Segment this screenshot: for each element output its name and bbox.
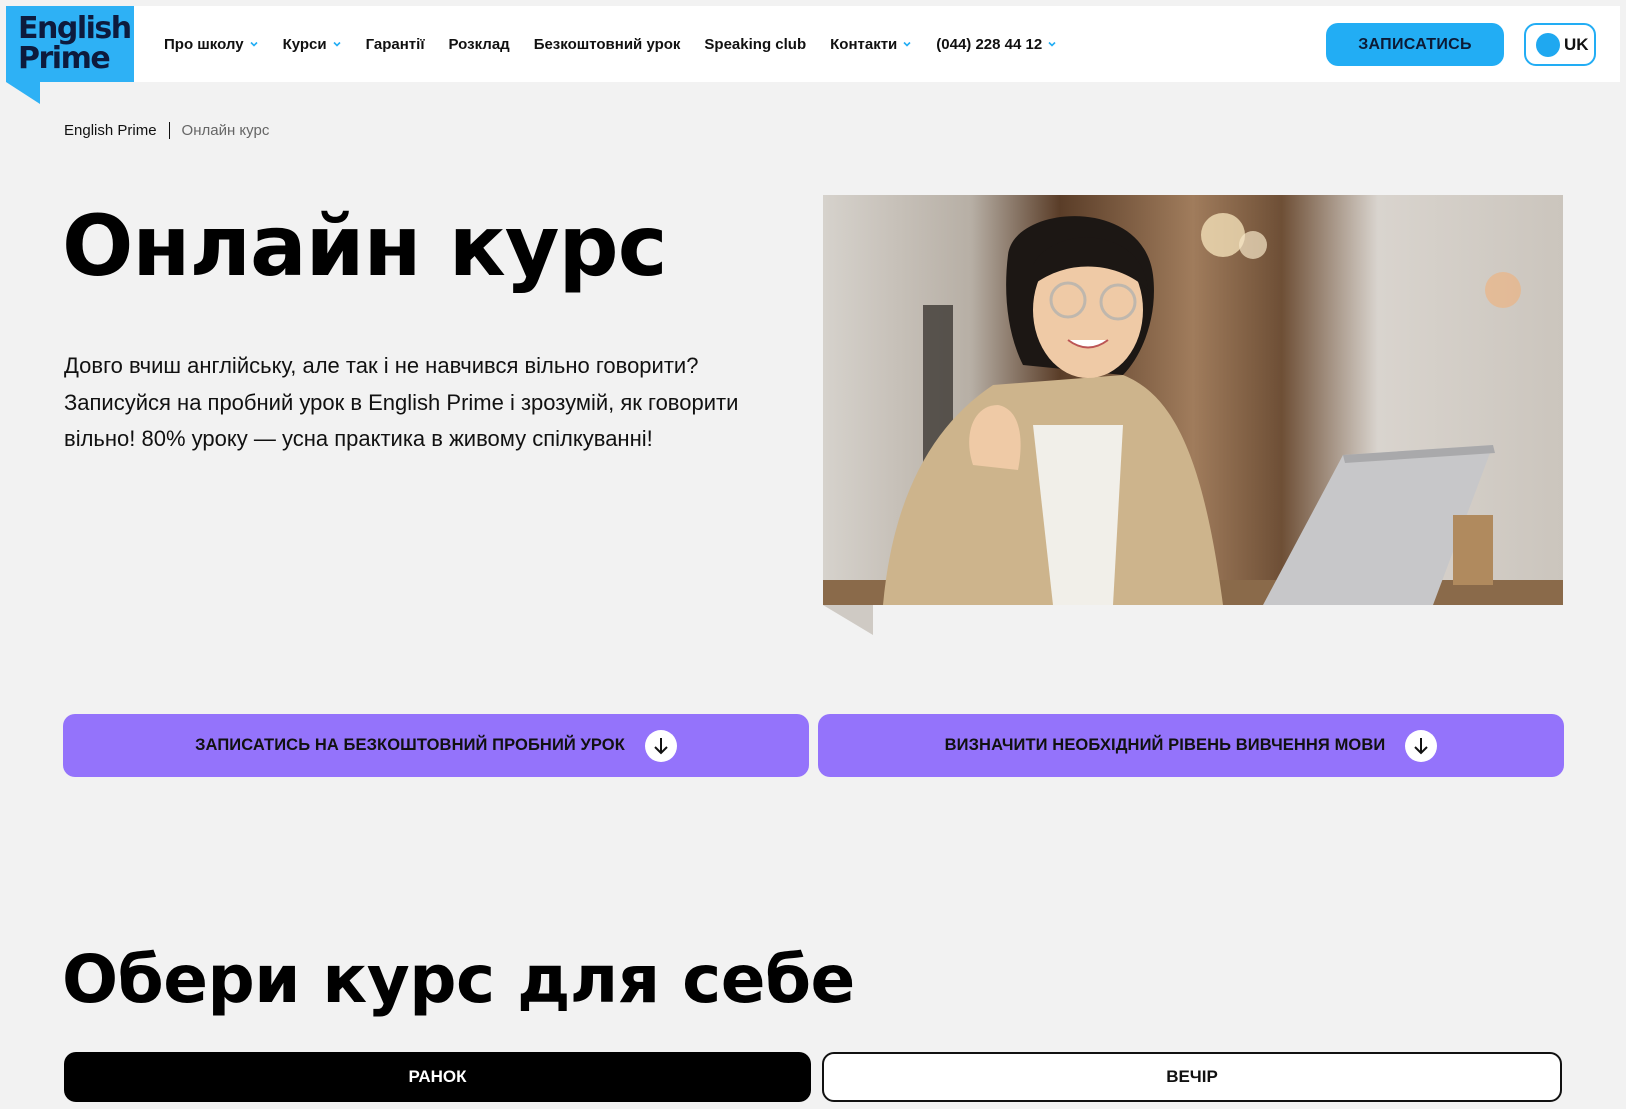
nav-item-label: Гарантії — [365, 35, 425, 53]
free-trial-lesson-label: ЗАПИСАТИСЬ НА БЕЗКОШТОВНИЙ ПРОБНИЙ УРОК — [195, 736, 625, 754]
determine-level-label: ВИЗНАЧИТИ НЕОБХІДНИЙ РІВЕНЬ ВИВЧЕННЯ МОВ… — [944, 736, 1386, 754]
determine-level-button[interactable]: ВИЗНАЧИТИ НЕОБХІДНИЙ РІВЕНЬ ВИВЧЕННЯ МОВ… — [818, 714, 1564, 777]
breadcrumb-current: Онлайн курс — [181, 122, 270, 139]
nav-item-label: Розклад — [448, 35, 510, 53]
nav-item-contacts[interactable]: Контакти — [830, 36, 912, 53]
language-toggle-icon — [1536, 32, 1560, 57]
nav-item-label: Контакти — [830, 35, 898, 53]
language-label: UK — [1564, 34, 1589, 54]
signup-button[interactable]: ЗАПИСАТИСЬ — [1326, 23, 1504, 66]
page-title: Онлайн курс — [62, 197, 667, 295]
chevron-down-icon — [249, 39, 259, 49]
nav-item-courses[interactable]: Курси — [283, 36, 342, 53]
nav-item-label: Безкоштовний урок — [533, 35, 681, 53]
logo-line-1: English — [18, 11, 132, 46]
nav-item-speaking-club[interactable]: Speaking club — [704, 36, 806, 53]
nav-item-label: Про школу — [164, 35, 244, 53]
hero-image-tail-decoration — [823, 605, 873, 635]
logo-tail-decoration — [6, 82, 40, 104]
logo-line-2: Prime — [18, 41, 111, 76]
language-switcher[interactable]: UK — [1524, 23, 1596, 66]
hero-description: Довго вчиш англійську, але так і не навч… — [64, 353, 739, 451]
nav-item-guarantees[interactable]: Гарантії — [366, 36, 425, 53]
site-header: English Prime Про школу Курси Гарантії Р… — [6, 6, 1620, 104]
hero-image — [823, 195, 1563, 605]
section-title: Обери курс для себе — [62, 941, 855, 1018]
arrow-down-icon — [644, 729, 677, 762]
free-trial-lesson-button[interactable]: ЗАПИСАТИСЬ НА БЕЗКОШТОВНИЙ ПРОБНИЙ УРОК — [63, 714, 809, 777]
tab-morning[interactable]: РАНОК — [64, 1052, 811, 1102]
nav-item-schedule[interactable]: Розклад — [449, 36, 510, 53]
chevron-down-icon — [332, 39, 342, 49]
breadcrumb: English Prime Онлайн курс — [64, 122, 269, 139]
phone-number: (044) 228 44 12 — [936, 35, 1043, 53]
nav-item-label: Speaking club — [704, 35, 807, 53]
chevron-down-icon — [902, 39, 912, 49]
breadcrumb-separator — [168, 122, 170, 139]
logo[interactable]: English Prime — [6, 6, 134, 82]
breadcrumb-home-link[interactable]: English Prime — [64, 122, 157, 139]
nav-item-label: Курси — [282, 35, 327, 53]
chevron-down-icon — [1047, 39, 1057, 49]
main-nav: Про школу Курси Гарантії Розклад Безкошт… — [164, 6, 1081, 82]
hero-photo-illustration — [823, 195, 1563, 605]
nav-item-about[interactable]: Про школу — [164, 36, 259, 53]
nav-item-phone[interactable]: (044) 228 44 12 — [936, 36, 1057, 53]
tab-evening[interactable]: ВЕЧІР — [822, 1052, 1562, 1102]
nav-item-free-lesson[interactable]: Безкоштовний урок — [534, 36, 681, 53]
arrow-down-icon — [1405, 729, 1438, 762]
